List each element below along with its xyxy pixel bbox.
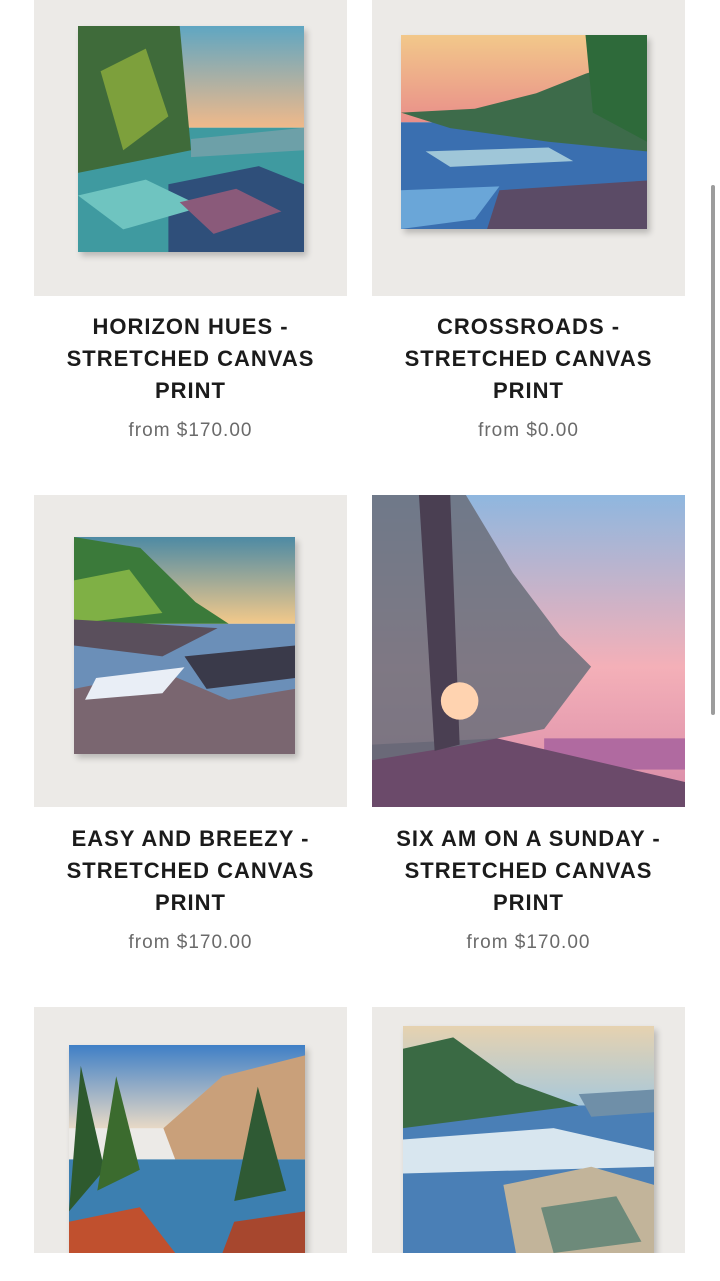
product-title-line[interactable]: STRETCHED CANVAS: [34, 855, 347, 887]
product-price: from $170.00: [466, 932, 591, 953]
product-title-line[interactable]: STRETCHED CANVAS: [372, 343, 685, 375]
product-image-frame[interactable]: [34, 0, 347, 296]
product-title-line[interactable]: PRINT: [34, 375, 347, 407]
landscape-painting-icon: [69, 1045, 305, 1253]
product-title-line[interactable]: HORIZON HUES -: [34, 311, 347, 343]
product-title-line[interactable]: CROSSROADS -: [372, 311, 685, 343]
product-price: from $0.00: [478, 420, 579, 441]
product-image-frame[interactable]: [372, 495, 685, 807]
product-image-frame[interactable]: [34, 495, 347, 807]
product-image-frame[interactable]: [372, 1007, 685, 1253]
product-title-line[interactable]: SIX AM ON A SUNDAY -: [372, 823, 685, 855]
product-image-frame[interactable]: [372, 0, 685, 296]
product-price: from $170.00: [128, 420, 253, 441]
product-title-line[interactable]: PRINT: [34, 887, 347, 919]
landscape-painting-icon: [74, 537, 295, 754]
scrollbar[interactable]: [711, 185, 715, 715]
landscape-painting-icon: [372, 495, 685, 807]
product-image-frame[interactable]: [34, 1007, 347, 1253]
product-price: from $170.00: [128, 932, 253, 953]
product-title-line[interactable]: PRINT: [372, 887, 685, 919]
landscape-painting-icon: [401, 35, 647, 229]
product-title-line[interactable]: EASY AND BREEZY -: [34, 823, 347, 855]
landscape-painting-icon: [78, 26, 304, 252]
product-title-line[interactable]: STRETCHED CANVAS: [372, 855, 685, 887]
landscape-painting-icon: [403, 1026, 654, 1253]
product-title-line[interactable]: PRINT: [372, 375, 685, 407]
product-title-line[interactable]: STRETCHED CANVAS: [34, 343, 347, 375]
